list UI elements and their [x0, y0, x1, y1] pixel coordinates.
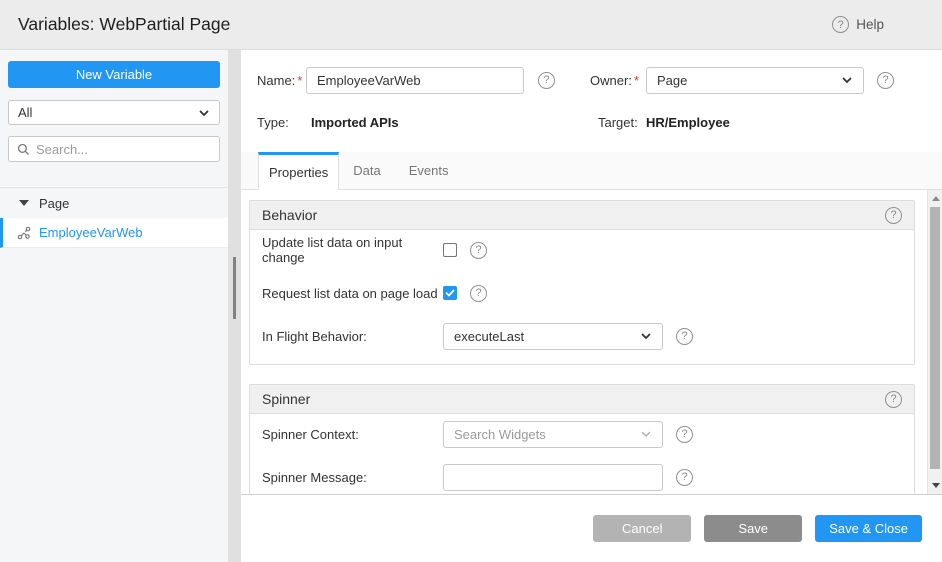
owner-help-icon[interactable]: ?	[877, 72, 894, 89]
variable-form-header: Name:* ? Owner:* Page ? Type:	[241, 50, 942, 131]
help-label: Help	[856, 17, 884, 32]
section-help-icon[interactable]: ?	[885, 391, 902, 408]
scroll-down-arrow[interactable]	[928, 478, 942, 493]
owner-selected-value: Page	[657, 73, 687, 88]
main-layout: New Variable All Page	[0, 50, 942, 562]
save-and-close-button[interactable]: Save & Close	[815, 515, 922, 542]
section-help-icon[interactable]: ?	[885, 207, 902, 224]
chevron-down-icon	[640, 330, 652, 342]
property-row-spinner-message: Spinner Message: ?	[262, 463, 902, 491]
section-title: Behavior	[262, 207, 317, 223]
required-mark: *	[634, 73, 639, 88]
sidebar-splitter[interactable]	[228, 50, 241, 562]
help-button[interactable]: ? Help	[832, 16, 884, 33]
editor-footer: Cancel Save Save & Close	[241, 495, 942, 562]
editor-tabbar: Properties Data Events	[241, 152, 942, 190]
owner-select[interactable]: Page	[646, 67, 864, 94]
tree-expanded-icon	[19, 200, 29, 206]
tree-group-page[interactable]: Page	[0, 188, 228, 218]
page-title: Variables: WebPartial Page	[18, 14, 230, 35]
section-spinner: Spinner ? Spinner Context: Search Widget…	[249, 384, 915, 495]
new-variable-button[interactable]: New Variable	[8, 61, 220, 88]
property-help-icon[interactable]: ?	[676, 328, 693, 345]
variables-tree: Page EmployeeVarWeb	[0, 187, 228, 248]
save-button[interactable]: Save	[704, 515, 802, 542]
section-spinner-header: Spinner ?	[250, 385, 914, 414]
help-icon: ?	[832, 16, 849, 33]
property-row-spinner-context: Spinner Context: Search Widgets ?	[262, 420, 902, 448]
tree-item-label: EmployeeVarWeb	[39, 225, 143, 240]
name-help-icon[interactable]: ?	[538, 72, 555, 89]
property-label: Request list data on page load	[262, 286, 443, 301]
owner-label: Owner:*	[590, 73, 646, 88]
in-flight-selected-value: executeLast	[454, 329, 524, 344]
in-flight-behavior-select[interactable]: executeLast	[443, 323, 663, 350]
update-list-data-checkbox[interactable]	[443, 243, 457, 257]
property-row-update-list-data: Update list data on input change ?	[262, 236, 902, 264]
search-input[interactable]	[36, 142, 211, 157]
target-value: HR/Employee	[646, 115, 730, 130]
spinner-message-field[interactable]	[443, 464, 663, 491]
property-row-request-list-data: Request list data on page load ?	[262, 279, 902, 307]
splitter-drag-handle[interactable]	[233, 257, 236, 319]
name-field[interactable]	[306, 67, 524, 94]
scrollbar-thumb[interactable]	[930, 207, 940, 469]
cancel-button[interactable]: Cancel	[593, 515, 691, 542]
chevron-down-icon	[640, 428, 652, 440]
tab-properties[interactable]: Properties	[258, 152, 339, 190]
property-help-icon[interactable]: ?	[470, 285, 487, 302]
filter-selected-value: All	[18, 105, 32, 120]
search-icon	[17, 143, 30, 156]
properties-scroll-area: Behavior ? Update list data on input cha…	[241, 190, 942, 495]
chevron-down-icon	[841, 74, 853, 86]
section-title: Spinner	[262, 391, 310, 407]
variable-editor: Name:* ? Owner:* Page ? Type:	[241, 50, 942, 562]
property-label: In Flight Behavior:	[262, 329, 443, 344]
property-help-icon[interactable]: ?	[676, 426, 693, 443]
name-label: Name:*	[257, 73, 306, 88]
spinner-context-placeholder: Search Widgets	[454, 427, 546, 442]
type-value: Imported APIs	[311, 115, 399, 130]
variable-icon	[17, 226, 31, 240]
request-list-data-checkbox[interactable]	[443, 286, 457, 300]
variables-sidebar: New Variable All Page	[0, 50, 228, 562]
tab-events[interactable]: Events	[395, 152, 463, 189]
tree-item-employeevarweb[interactable]: EmployeeVarWeb	[0, 218, 228, 248]
variable-filter-select[interactable]: All	[8, 100, 220, 125]
scroll-up-arrow[interactable]	[928, 191, 942, 206]
section-behavior-header: Behavior ?	[250, 201, 914, 230]
property-label: Spinner Message:	[262, 470, 443, 485]
topbar: Variables: WebPartial Page ? Help	[0, 0, 942, 50]
target-label: Target:	[598, 115, 646, 130]
variable-search[interactable]	[8, 136, 220, 162]
property-label: Spinner Context:	[262, 427, 443, 442]
tree-group-label: Page	[39, 196, 69, 211]
tab-data[interactable]: Data	[339, 152, 394, 189]
chevron-down-icon	[198, 107, 210, 119]
spinner-context-select[interactable]: Search Widgets	[443, 421, 663, 448]
section-behavior: Behavior ? Update list data on input cha…	[249, 200, 915, 365]
property-help-icon[interactable]: ?	[676, 469, 693, 486]
vertical-scrollbar[interactable]	[927, 190, 942, 494]
type-label: Type:	[257, 115, 311, 130]
required-mark: *	[297, 73, 302, 88]
property-label: Update list data on input change	[262, 235, 443, 265]
property-help-icon[interactable]: ?	[470, 242, 487, 259]
property-row-in-flight-behavior: In Flight Behavior: executeLast ?	[262, 322, 902, 350]
